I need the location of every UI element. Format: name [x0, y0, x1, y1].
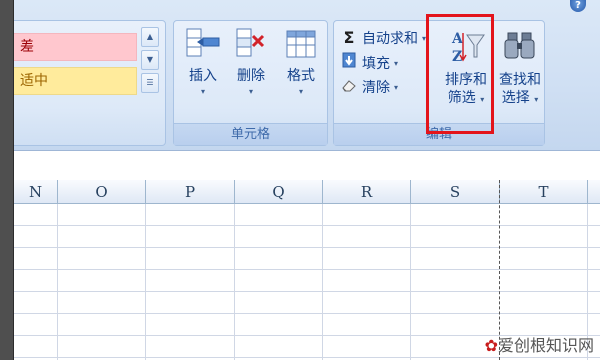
find-select-label-1: 查找和 [499, 72, 541, 88]
insert-button[interactable]: 插入 ▾ [178, 25, 228, 115]
autosum-label: 自动求和 [362, 31, 418, 47]
gallery-scroll: ▲ ▼ ☰ [141, 27, 159, 96]
svg-text:A: A [451, 31, 464, 47]
paw-logo-icon: ✿ [484, 336, 498, 355]
grid-line [14, 247, 600, 248]
grid-line [14, 313, 600, 314]
grid-line [410, 204, 411, 360]
clear-label: 清除 [362, 80, 390, 96]
insert-icon [186, 28, 220, 57]
find-select-label-2: 选择 ▾ [501, 90, 539, 106]
cells-group: 插入 ▾ 删除 ▾ 格式 ▾ 单元格 [173, 20, 328, 146]
column-header-r[interactable]: R [323, 180, 411, 204]
find-select-button[interactable]: 查找和 选择 ▾ [494, 25, 546, 115]
format-button[interactable]: 格式 ▾ [276, 25, 326, 115]
chevron-down-icon: ▾ [422, 34, 427, 43]
watermark: ✿爱创根知识网 [485, 332, 594, 356]
sort-filter-label-2: 筛选 ▾ [447, 90, 485, 106]
style-neutral-cell[interactable]: 适中 [9, 67, 137, 95]
editing-group: Σ 自动求和 ▾ 填充 ▾ 清除 ▾ A Z 排序和 筛选 ▾ 查找和 选择 ▾… [333, 20, 545, 146]
fill-label: 填充 [362, 56, 390, 72]
column-headers: N O P Q R S T [0, 180, 600, 204]
grid-line [57, 204, 58, 360]
column-header-t[interactable]: T [500, 180, 588, 204]
gallery-more-icon[interactable]: ☰ [141, 73, 159, 93]
eraser-icon [340, 77, 358, 99]
left-panel-edge [0, 0, 14, 360]
sigma-icon: Σ [343, 28, 355, 47]
gallery-up-icon[interactable]: ▲ [141, 27, 159, 47]
clear-button[interactable]: 清除 ▾ [340, 77, 398, 99]
style-bad-cell[interactable]: 差 [9, 33, 137, 61]
column-header-n[interactable]: N [14, 180, 58, 204]
column-header-p[interactable]: P [146, 180, 235, 204]
chevron-down-icon: ▾ [200, 87, 205, 96]
fill-button[interactable]: 填充 ▾ [340, 52, 398, 74]
autosum-button[interactable]: Σ 自动求和 ▾ [340, 27, 426, 49]
help-icon[interactable]: ? [570, 0, 586, 12]
grid-line [14, 269, 600, 270]
sort-filter-button[interactable]: A Z 排序和 筛选 ▾ [438, 25, 494, 115]
grid-line [14, 225, 600, 226]
sort-filter-label-1: 排序和 [445, 72, 487, 88]
cell-styles-group: 差 适中 ▲ ▼ ☰ [0, 20, 166, 146]
delete-icon [236, 28, 265, 57]
column-header-s[interactable]: S [411, 180, 500, 204]
chevron-down-icon: ▾ [394, 83, 399, 92]
chevron-down-icon: ▾ [298, 87, 303, 96]
grid-line [234, 204, 235, 360]
grid-line [14, 357, 600, 358]
formula-bar[interactable] [0, 150, 600, 180]
delete-label: 删除 [237, 68, 265, 84]
sort-filter-icon: A Z [451, 31, 485, 65]
chevron-down-icon: ▾ [248, 87, 253, 96]
grid-line [322, 204, 323, 360]
editing-group-label: 编辑 [334, 123, 544, 145]
cells-group-label: 单元格 [174, 123, 327, 145]
column-header-o[interactable]: O [58, 180, 146, 204]
column-header-q[interactable]: Q [235, 180, 323, 204]
format-label: 格式 [287, 68, 315, 84]
grid-line [145, 204, 146, 360]
grid-line [14, 291, 600, 292]
fill-down-icon [340, 52, 358, 75]
ribbon: ? 差 适中 ▲ ▼ ☰ 插入 ▾ 删除 ▾ 格式 ▾ 单元格 Σ 自动求和 ▾… [0, 0, 600, 150]
delete-button[interactable]: 删除 ▾ [226, 25, 276, 115]
gallery-down-icon[interactable]: ▼ [141, 50, 159, 70]
format-icon [286, 30, 316, 58]
chevron-down-icon: ▾ [394, 59, 399, 68]
insert-label: 插入 [189, 68, 217, 84]
binoculars-icon [504, 32, 535, 59]
watermark-text: 爱创根知识网 [497, 336, 594, 355]
